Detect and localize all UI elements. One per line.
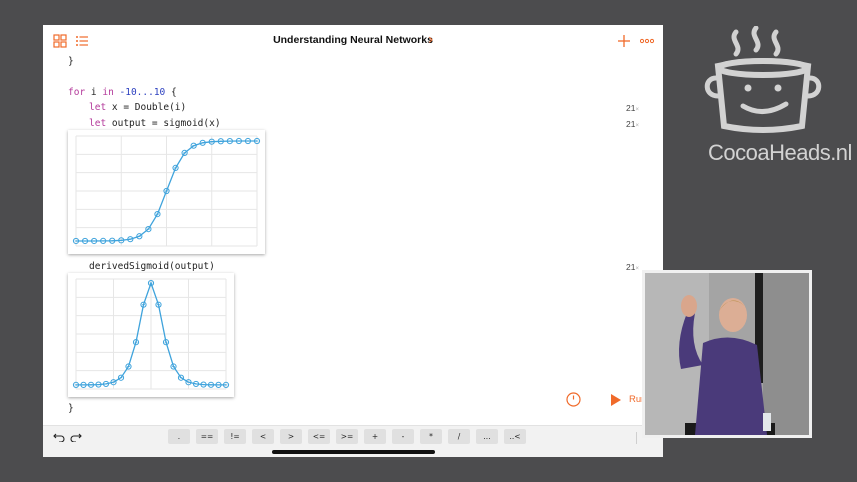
more-icon[interactable] xyxy=(640,34,654,48)
presenter-video xyxy=(642,270,812,438)
playground-window: ‹ Understanding Neural Networks › } for … xyxy=(43,25,663,457)
key-half-open-range[interactable]: ..< xyxy=(504,429,526,444)
code-range: -10...10 xyxy=(113,87,166,98)
keyword-let: let xyxy=(89,102,107,113)
keyword-for: for xyxy=(68,87,86,98)
keyword-let: let xyxy=(89,118,107,129)
page-title: Understanding Neural Networks xyxy=(273,34,433,46)
key-equal-equal[interactable]: == xyxy=(196,429,218,444)
top-bar: ‹ Understanding Neural Networks › xyxy=(43,25,663,57)
cocoaheads-logo xyxy=(704,26,822,133)
code-text: } xyxy=(68,403,74,414)
redo-icon[interactable] xyxy=(70,432,82,442)
code-line-let-output[interactable]: let output = sigmoid(x) xyxy=(89,118,221,129)
plus-icon[interactable] xyxy=(617,34,631,48)
sigmoid-chart-svg xyxy=(72,135,261,247)
key-less-than[interactable]: < xyxy=(252,429,274,444)
undo-icon[interactable] xyxy=(53,432,65,442)
code-text: output = sigmoid(x) xyxy=(106,118,221,129)
speed-gauge-icon[interactable] xyxy=(566,392,581,407)
result-count-badge[interactable]: 21× xyxy=(626,119,639,129)
code-text: x = Double(i) xyxy=(106,102,187,113)
code-line-let-x[interactable]: let x = Double(i) xyxy=(89,102,186,113)
result-count-badge[interactable]: 21× xyxy=(626,103,639,113)
code-line-for-loop[interactable]: for i in -10...10 { xyxy=(68,87,177,98)
cocoaheads-logo-text: CocoaHeads.nl xyxy=(708,140,852,165)
key-less-equal[interactable]: <= xyxy=(308,429,330,444)
key-multiply[interactable]: * xyxy=(420,429,442,444)
count-suffix: × xyxy=(635,107,639,113)
key-closed-range[interactable]: ... xyxy=(476,429,498,444)
key-plus[interactable]: + xyxy=(364,429,386,444)
home-indicator[interactable] xyxy=(272,450,435,454)
code-open-brace: { xyxy=(165,87,177,98)
divider xyxy=(636,432,637,444)
code-text: } xyxy=(68,56,74,67)
code-line-derived-sigmoid[interactable]: derivedSigmoid(output) xyxy=(89,261,215,272)
next-page-icon[interactable]: › xyxy=(428,32,434,48)
sigmoid-chart[interactable] xyxy=(68,130,265,254)
key-minus[interactable]: - xyxy=(392,429,414,444)
code-line-close-brace[interactable]: } xyxy=(68,403,74,414)
derived-sigmoid-chart-svg xyxy=(72,278,230,390)
key-greater-than[interactable]: > xyxy=(280,429,302,444)
presenter-image xyxy=(645,273,809,435)
code-text: derivedSigmoid(output) xyxy=(89,261,215,272)
keyword-in: in xyxy=(102,87,114,98)
play-icon xyxy=(611,394,621,406)
code-loop-variable: i xyxy=(85,87,103,98)
count-suffix: × xyxy=(635,123,639,129)
presenter-video-frame xyxy=(645,273,809,435)
result-count-badge[interactable]: 21× xyxy=(626,262,639,272)
key-divide[interactable]: / xyxy=(448,429,470,444)
count-suffix: × xyxy=(635,266,639,272)
key-not-equal[interactable]: != xyxy=(224,429,246,444)
code-line-close-brace[interactable]: } xyxy=(68,56,74,67)
derived-sigmoid-chart[interactable] xyxy=(68,273,234,397)
key-greater-equal[interactable]: >= xyxy=(336,429,358,444)
key-dot[interactable]: . xyxy=(168,429,190,444)
